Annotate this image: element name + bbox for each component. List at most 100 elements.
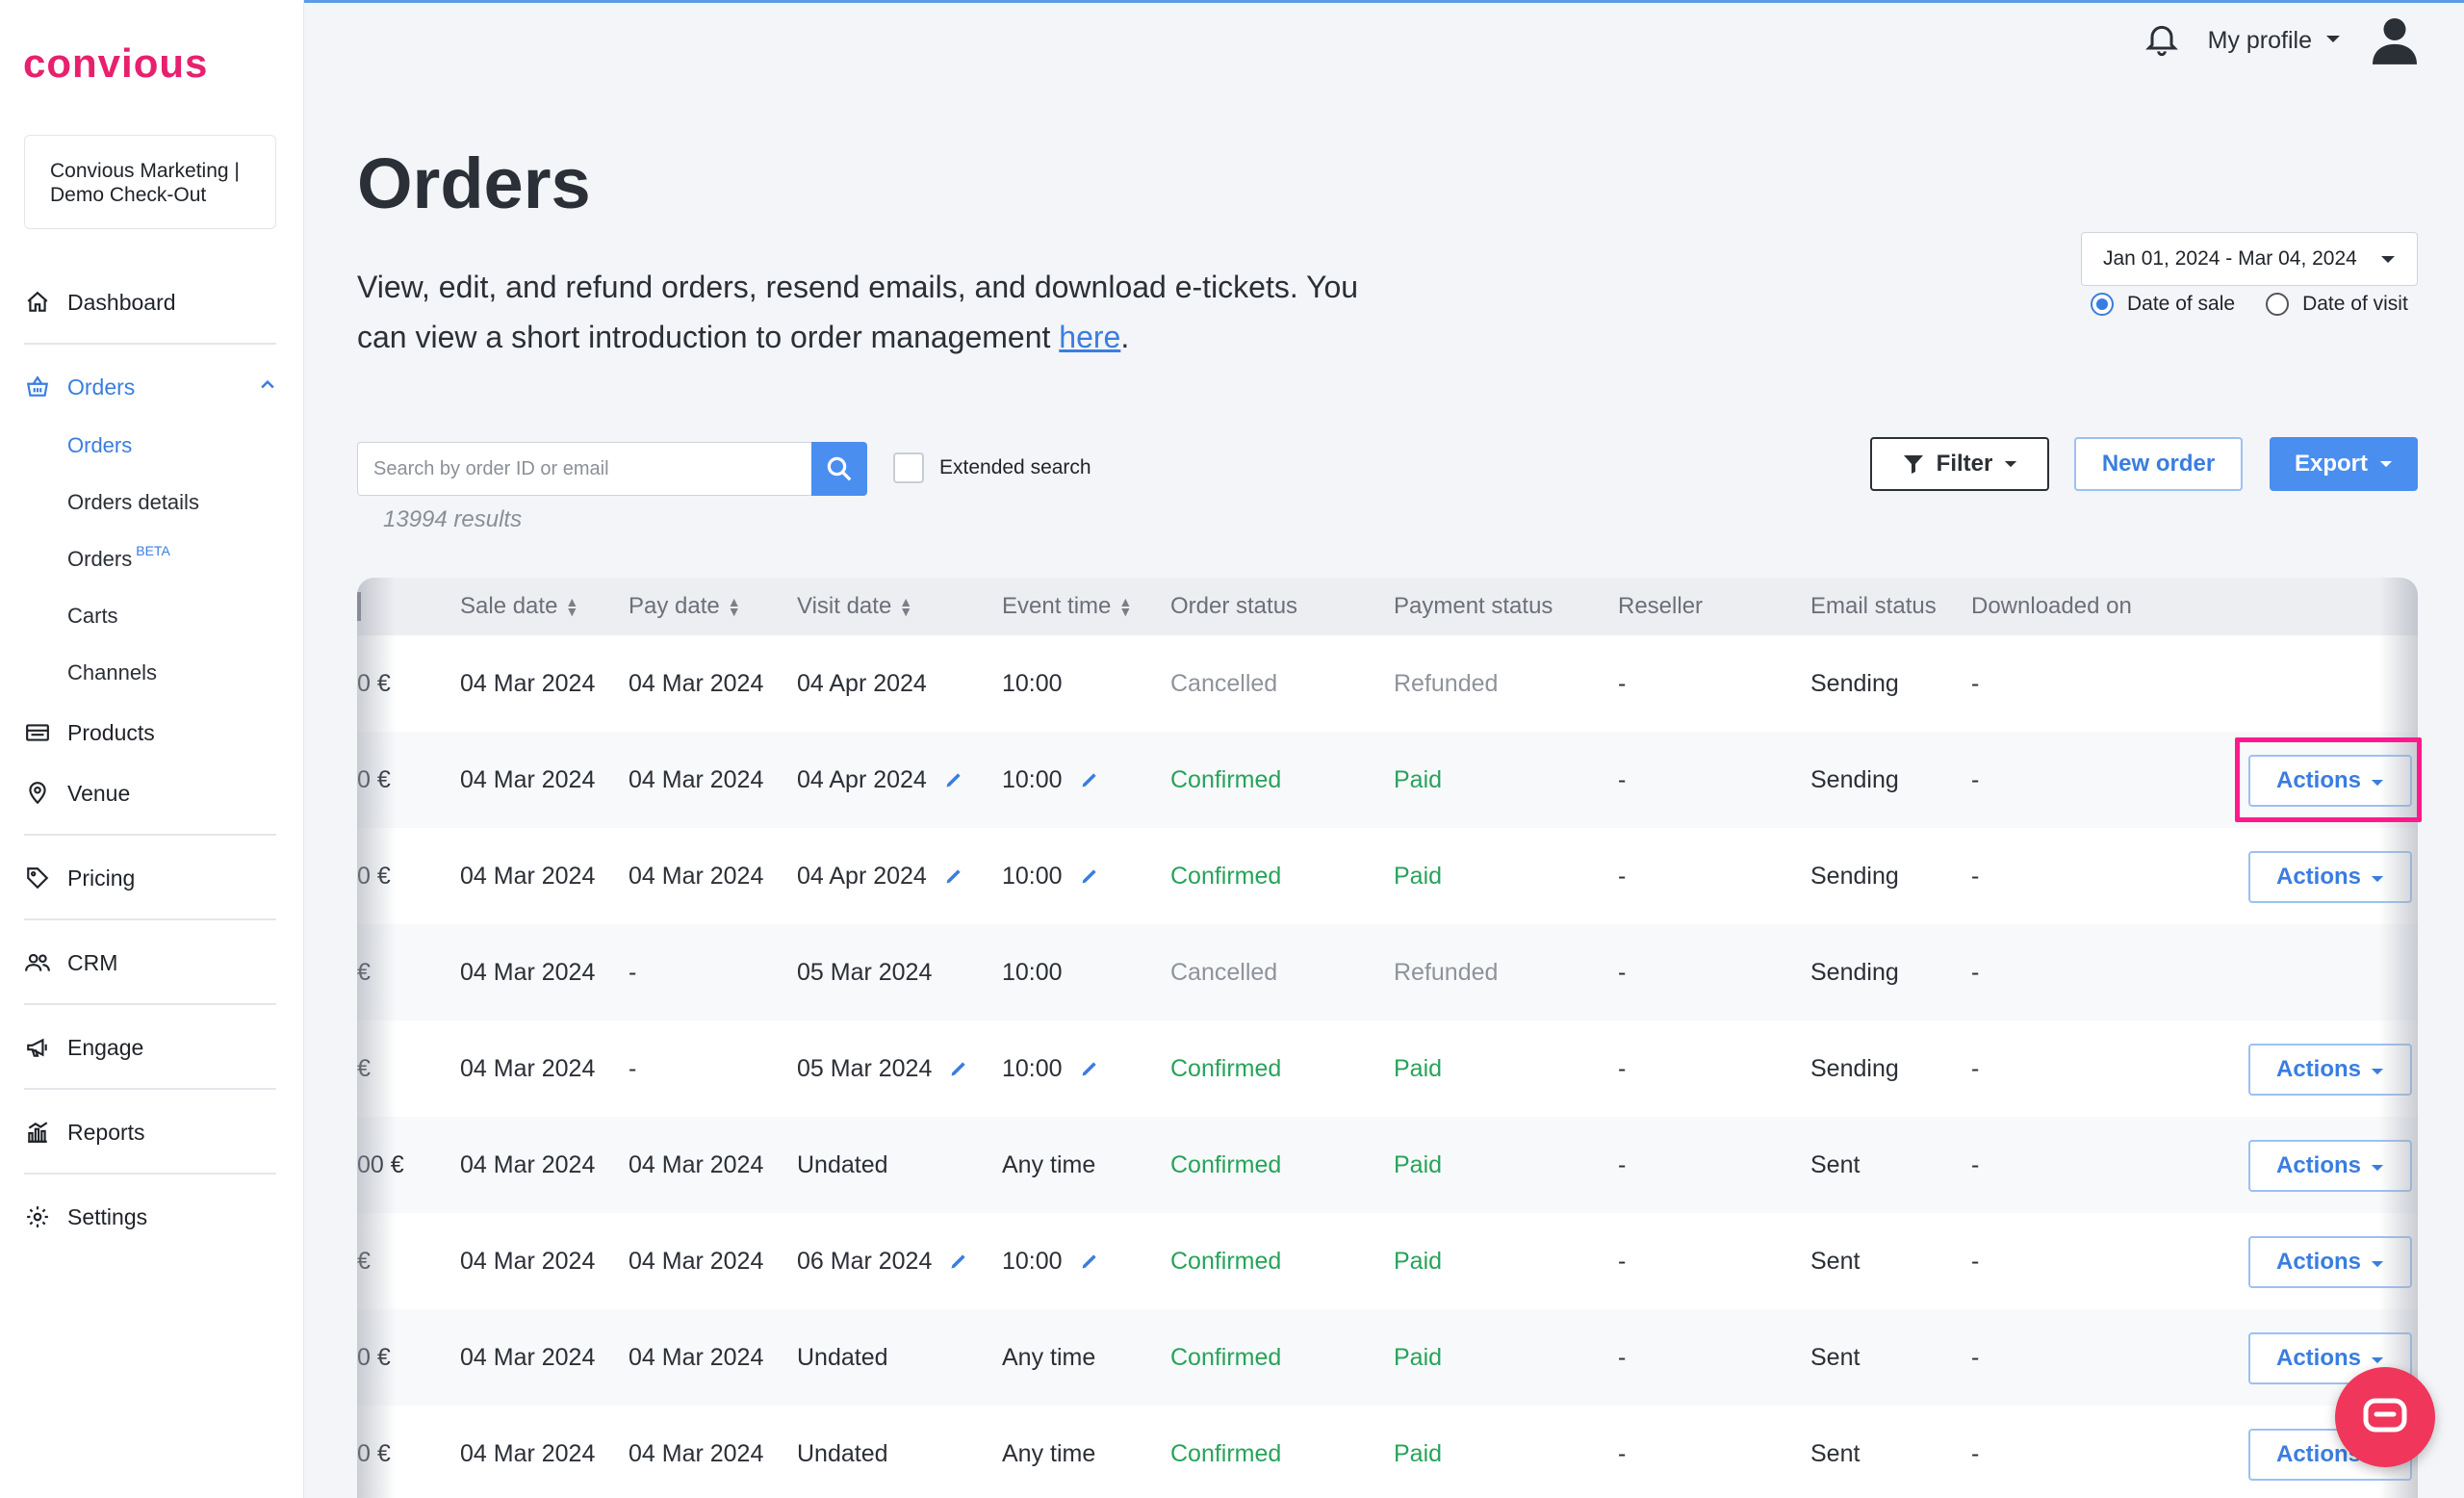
visit-date-value: 04 Apr 2024 bbox=[797, 862, 927, 890]
order-status-cell: Confirmed bbox=[1170, 1439, 1282, 1467]
table-row: 0 €04 Mar 202404 Mar 202404 Apr 202410:0… bbox=[357, 828, 2418, 924]
column-header-downloaded-on: Downloaded on bbox=[1971, 593, 2132, 619]
chevron-up-icon[interactable] bbox=[258, 374, 277, 400]
column-label: Sale date bbox=[460, 593, 558, 619]
sidebar-divider bbox=[24, 1173, 276, 1175]
event-time-cell: 10:00 bbox=[1002, 924, 1063, 1020]
top-accent-line bbox=[0, 0, 2464, 3]
sidebar-subitem-channels[interactable]: Channels bbox=[67, 658, 157, 688]
chat-button[interactable] bbox=[2335, 1367, 2435, 1467]
column-header-email-status: Email status bbox=[1810, 593, 1937, 619]
visit-date-cell: 04 Apr 2024 bbox=[797, 732, 963, 828]
actions-label: Actions bbox=[2275, 1056, 2361, 1082]
sale-date-cell: 04 Mar 2024 bbox=[460, 1343, 596, 1371]
downloaded-on-cell: - bbox=[1971, 1247, 1980, 1275]
avatar[interactable] bbox=[2364, 10, 2426, 71]
sidebar-item-label: Dashboard bbox=[67, 289, 176, 315]
extended-search-checkbox[interactable] bbox=[893, 452, 924, 483]
chat-bubble-icon bbox=[2363, 1398, 2407, 1433]
event-time-cell: 10:00 bbox=[1002, 732, 1099, 828]
order-status-cell: Confirmed bbox=[1170, 862, 1282, 890]
column-header-sale-date[interactable]: Sale date ▲ ▼ bbox=[460, 578, 578, 635]
event-time-cell: Any time bbox=[1002, 1309, 1095, 1406]
highlight-box bbox=[2235, 737, 2422, 822]
bell-icon[interactable] bbox=[2143, 18, 2181, 64]
sidebar-item-engage[interactable]: Engage bbox=[23, 1028, 277, 1067]
sidebar-item-orders[interactable]: Orders bbox=[23, 368, 277, 406]
visit-date-value: Undated bbox=[797, 1343, 888, 1371]
column-label: Pay date bbox=[629, 593, 720, 619]
event-time-cell: 10:00 bbox=[1002, 828, 1099, 924]
pencil-edit-icon[interactable] bbox=[1080, 1252, 1099, 1271]
sidebar-subitem-orders-beta[interactable]: Orders BETA bbox=[67, 543, 170, 575]
results-count: 13994 results bbox=[383, 506, 523, 532]
gear-icon bbox=[23, 1202, 52, 1231]
search-input[interactable] bbox=[357, 442, 811, 496]
email-status-cell: Sending bbox=[1810, 669, 1899, 697]
basket-icon bbox=[23, 373, 52, 401]
pay-date-cell: - bbox=[629, 958, 637, 986]
pencil-edit-icon[interactable] bbox=[1080, 770, 1099, 789]
column-header-pay-date[interactable]: Pay date ▲ ▼ bbox=[629, 578, 741, 635]
sidebar-subitem-orders-details[interactable]: Orders details bbox=[67, 487, 199, 518]
export-button[interactable]: Export bbox=[2270, 437, 2418, 491]
visit-date-value: 05 Mar 2024 bbox=[797, 958, 933, 986]
pencil-edit-icon[interactable] bbox=[949, 1252, 968, 1271]
column-header-order-status: Order status bbox=[1170, 593, 1298, 619]
filter-button[interactable]: Filter bbox=[1870, 437, 2049, 491]
sale-date-cell: 04 Mar 2024 bbox=[460, 1150, 596, 1178]
sidebar-item-reports[interactable]: Reports bbox=[23, 1113, 277, 1151]
email-status-cell: Sending bbox=[1810, 1054, 1899, 1082]
caret-down-icon bbox=[2005, 460, 2017, 467]
search-button[interactable] bbox=[811, 442, 867, 496]
pay-date-cell: 04 Mar 2024 bbox=[629, 1150, 764, 1178]
visit-date-cell: 05 Mar 2024 bbox=[797, 1020, 968, 1117]
column-header-visit-date[interactable]: Visit date ▲ ▼ bbox=[797, 578, 912, 635]
table-row: €04 Mar 2024-05 Mar 202410:00ConfirmedPa… bbox=[357, 1020, 2418, 1117]
event-time-cell: 10:00 bbox=[1002, 1020, 1099, 1117]
visit-date-value: Undated bbox=[797, 1439, 888, 1467]
sidebar-item-pricing[interactable]: Pricing bbox=[23, 859, 277, 897]
reseller-cell: - bbox=[1618, 1054, 1627, 1082]
sidebar-item-products[interactable]: Products bbox=[23, 713, 277, 752]
visit-date-cell: Undated bbox=[797, 1117, 888, 1213]
email-status-cell: Sent bbox=[1810, 1150, 1861, 1178]
sale-date-cell: 04 Mar 2024 bbox=[460, 862, 596, 890]
sidebar-item-venue[interactable]: Venue bbox=[23, 774, 277, 813]
column-header-payment-status: Payment status bbox=[1394, 593, 1553, 619]
radio-date-of-sale[interactable] bbox=[2091, 293, 2114, 316]
intro-link[interactable]: here bbox=[1059, 320, 1120, 354]
scroll-shadow-right bbox=[2379, 578, 2418, 1498]
convious-logo[interactable]: convious bbox=[23, 40, 208, 87]
visit-date-value: Undated bbox=[797, 1150, 888, 1178]
pencil-edit-icon[interactable] bbox=[944, 770, 963, 789]
visit-date-cell: 06 Mar 2024 bbox=[797, 1213, 968, 1309]
sidebar-item-dashboard[interactable]: Dashboard bbox=[23, 283, 277, 322]
extended-search-toggle[interactable]: Extended search bbox=[893, 452, 1091, 483]
event-time-value: 10:00 bbox=[1002, 765, 1063, 793]
event-time-value: Any time bbox=[1002, 1439, 1096, 1467]
pay-date-cell: 04 Mar 2024 bbox=[629, 765, 764, 793]
sidebar-item-settings[interactable]: Settings bbox=[23, 1198, 277, 1236]
visit-date-cell: Undated bbox=[797, 1309, 888, 1406]
location-pin-icon bbox=[23, 779, 52, 808]
my-profile-menu[interactable]: My profile bbox=[2208, 27, 2312, 55]
sidebar-item-crm[interactable]: CRM bbox=[23, 943, 277, 982]
pencil-edit-icon[interactable] bbox=[949, 1059, 968, 1078]
new-order-button[interactable]: New order bbox=[2074, 437, 2243, 491]
sidebar-subitem-orders[interactable]: Orders bbox=[67, 430, 132, 461]
pencil-edit-icon[interactable] bbox=[944, 866, 963, 886]
caret-down-icon[interactable] bbox=[2325, 32, 2341, 49]
sidebar-subitem-carts[interactable]: Carts bbox=[67, 601, 118, 632]
column-header-event-time[interactable]: Event time ▲ ▼ bbox=[1002, 578, 1132, 635]
event-time-cell: Any time bbox=[1002, 1406, 1095, 1498]
radio-date-of-visit[interactable] bbox=[2266, 293, 2290, 316]
reports-chart-icon bbox=[23, 1118, 52, 1147]
account-switcher[interactable]: Convious Marketing | Demo Check-Out bbox=[24, 135, 276, 229]
email-status-cell: Sending bbox=[1810, 765, 1899, 793]
sidebar-item-label: Products bbox=[67, 719, 155, 745]
pencil-edit-icon[interactable] bbox=[1080, 1059, 1099, 1078]
event-time-value: Any time bbox=[1002, 1150, 1096, 1178]
date-range-picker[interactable]: Jan 01, 2024 - Mar 04, 2024 bbox=[2081, 232, 2418, 286]
pencil-edit-icon[interactable] bbox=[1080, 866, 1099, 886]
